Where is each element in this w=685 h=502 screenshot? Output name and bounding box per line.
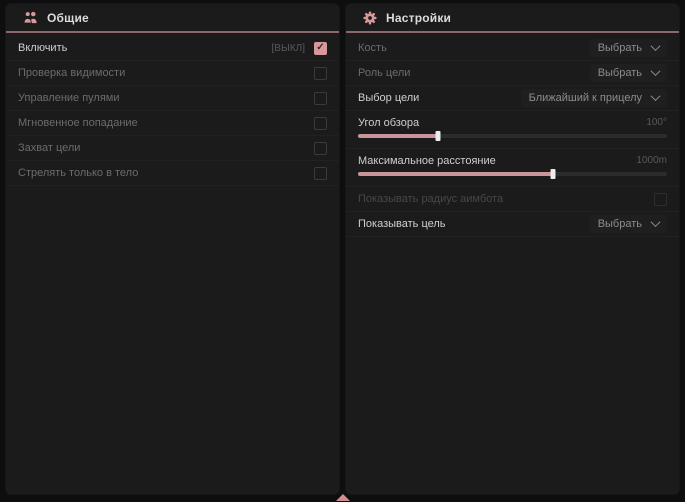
row-label: Проверка видимости [18, 67, 125, 79]
gear-icon [363, 11, 377, 25]
row-label: Управление пулями [18, 92, 120, 104]
checkbox[interactable] [314, 67, 327, 80]
slider-handle[interactable] [550, 169, 555, 179]
settings-row: Мгновенное попадание [6, 111, 339, 136]
chevron-down-icon [651, 217, 661, 227]
row-label: Угол обзора [358, 117, 419, 129]
row-label: Включить [18, 42, 67, 54]
checkbox[interactable] [654, 193, 667, 206]
row-controls [314, 167, 327, 180]
checkbox[interactable] [314, 167, 327, 180]
settings-row: Стрелять только в тело [6, 161, 339, 186]
row-label: Показывать радиус аимбота [358, 193, 503, 205]
row-label: Выбор цели [358, 92, 419, 104]
check-icon: ✓ [316, 43, 324, 53]
panel-settings-header: Настройки [346, 4, 679, 31]
slider-value: 1000m [636, 155, 667, 166]
row-controls: [ВЫКЛ] ✓ [272, 42, 327, 55]
row-label: Захват цели [18, 142, 80, 154]
settings-row: Выбор цели Ближайший к прицелу [346, 86, 679, 111]
panel-title: Общие [47, 11, 89, 25]
row-controls [314, 92, 327, 105]
slider-value: 100° [646, 117, 667, 128]
mod-menu: Общие Включить [ВЫКЛ] ✓ Проверка видимости У… [0, 0, 685, 502]
chevron-down-icon [651, 66, 661, 76]
row-controls [314, 67, 327, 80]
row-controls [314, 142, 327, 155]
row-controls [654, 193, 667, 206]
dropdown[interactable]: Выбрать [590, 215, 667, 233]
settings-row: Проверка видимости [6, 61, 339, 86]
dropdown-value: Выбрать [598, 67, 642, 79]
dropdown-value: Выбрать [598, 42, 642, 54]
settings-row: Включить [ВЫКЛ] ✓ [6, 36, 339, 61]
dropdown-value: Выбрать [598, 218, 642, 230]
row-label: Кость [358, 42, 387, 54]
row-label: Мгновенное попадание [18, 117, 138, 129]
settings-row: Показывать радиус аимбота [346, 187, 679, 212]
users-icon [23, 11, 38, 24]
general-rows: Включить [ВЫКЛ] ✓ Проверка видимости Управле… [6, 33, 339, 186]
settings-row: Кость Выбрать [346, 36, 679, 61]
settings-row: Роль цели Выбрать [346, 61, 679, 86]
row-controls [314, 117, 327, 130]
panel-title: Настройки [386, 11, 451, 25]
panel-general: Общие Включить [ВЫКЛ] ✓ Проверка видимости У… [6, 4, 339, 494]
settings-row: Максимальное расстояние 1000m [346, 149, 679, 187]
settings-row: Угол обзора 100° [346, 111, 679, 149]
slider-label-line: Максимальное расстояние 1000m [358, 153, 667, 168]
settings-rows: Кость Выбрать Роль цели Выбрать Выбор цели Бл… [346, 33, 679, 237]
slider-fill [358, 172, 553, 176]
up-triangle-icon[interactable] [336, 494, 350, 501]
settings-row: Управление пулями [6, 86, 339, 111]
chevron-down-icon [651, 91, 661, 101]
row-label: Показывать цель [358, 218, 446, 230]
row-label: Максимальное расстояние [358, 155, 496, 167]
checkbox[interactable] [314, 117, 327, 130]
slider-label-line: Угол обзора 100° [358, 115, 667, 130]
dropdown[interactable]: Выбрать [590, 39, 667, 57]
dropdown[interactable]: Выбрать [590, 64, 667, 82]
settings-row: Показывать цель Выбрать [346, 212, 679, 237]
slider[interactable] [358, 172, 667, 176]
keybind-state: [ВЫКЛ] [272, 43, 305, 54]
settings-row: Захват цели [6, 136, 339, 161]
row-label: Стрелять только в тело [18, 167, 138, 179]
panel-general-header: Общие [6, 4, 339, 31]
slider[interactable] [358, 134, 667, 138]
row-label: Роль цели [358, 67, 410, 79]
checkbox[interactable] [314, 142, 327, 155]
checkbox[interactable]: ✓ [314, 42, 327, 55]
chevron-down-icon [651, 41, 661, 51]
checkbox[interactable] [314, 92, 327, 105]
dropdown[interactable]: Ближайший к прицелу [521, 89, 667, 107]
panel-settings: Настройки Кость Выбрать Роль цели Выбрать Вы… [346, 4, 679, 494]
dropdown-value: Ближайший к прицелу [529, 92, 642, 104]
slider-fill [358, 134, 438, 138]
slider-handle[interactable] [436, 131, 441, 141]
